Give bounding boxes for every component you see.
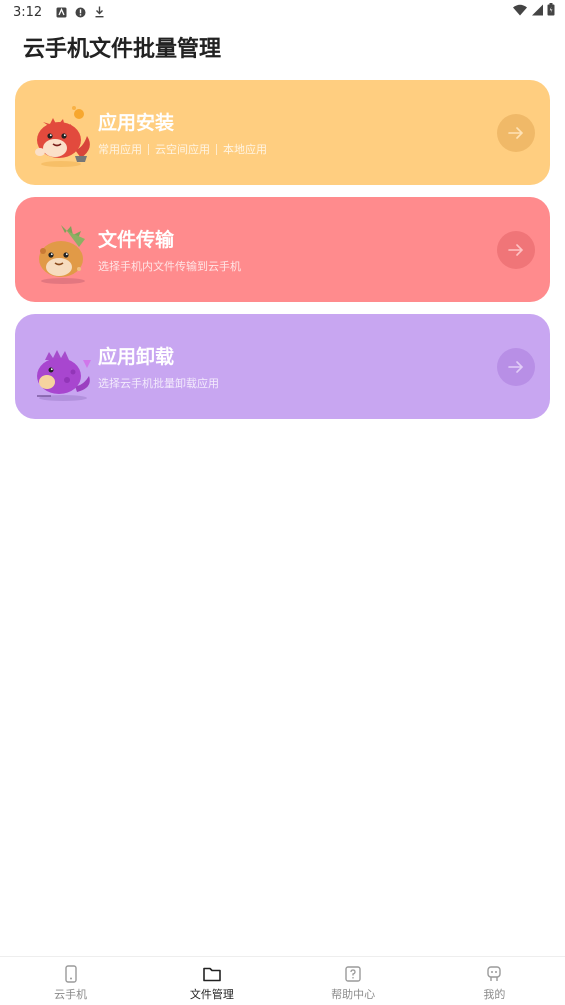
help-icon: [345, 966, 361, 982]
orange-dino-mascot-icon: [31, 221, 95, 285]
card-title: 文件传输: [98, 229, 175, 251]
arrow-right-button[interactable]: [497, 348, 535, 386]
app-uninstall-card[interactable]: 应用卸载 选择云手机批量卸载应用: [15, 314, 550, 419]
signal-icon: [531, 4, 543, 20]
arrow-right-icon: [508, 127, 524, 139]
tab-label: 云手机: [54, 988, 88, 1001]
tab-label: 文件管理: [189, 988, 234, 1001]
card-subtitles: 常用应用 云空间应用 本地应用: [98, 141, 267, 157]
divider: [148, 143, 149, 155]
battery-icon: [547, 3, 555, 20]
purple-dino-mascot-icon: [31, 338, 95, 402]
card-title: 应用安装: [98, 112, 175, 134]
divider: [216, 143, 217, 155]
common-apps-link[interactable]: 常用应用: [98, 141, 142, 157]
tab-label: 帮助中心: [331, 988, 376, 1001]
profile-icon: [487, 966, 502, 981]
tab-file-management[interactable]: 文件管理: [141, 957, 282, 1005]
card-title: 应用卸载: [98, 346, 175, 368]
status-bar: 3:12: [0, 0, 565, 24]
app-install-card[interactable]: 应用安装 常用应用 云空间应用 本地应用: [15, 80, 550, 185]
local-apps-link[interactable]: 本地应用: [223, 141, 267, 157]
card-subtitles: 选择手机内文件传输到云手机: [98, 258, 241, 274]
arrow-right-button[interactable]: [497, 231, 535, 269]
tab-label: 我的: [483, 988, 506, 1001]
red-dragon-mascot-icon: [31, 104, 95, 168]
accessibility-notification-icon: [56, 7, 67, 18]
wifi-icon: [513, 4, 527, 20]
folder-icon: [203, 967, 221, 982]
file-transfer-card[interactable]: 文件传输 选择手机内文件传输到云手机: [15, 197, 550, 302]
cloud-space-apps-link[interactable]: 云空间应用: [155, 141, 210, 157]
arrow-right-icon: [508, 244, 524, 256]
card-description: 选择云手机批量卸载应用: [98, 377, 219, 390]
alert-notification-icon: [75, 7, 86, 18]
status-time: 3:12: [13, 4, 43, 20]
card-description: 选择手机内文件传输到云手机: [98, 260, 241, 273]
tab-mine[interactable]: 我的: [424, 957, 565, 1005]
page-title: 云手机文件批量管理: [23, 37, 222, 62]
phone-icon: [64, 965, 77, 983]
download-notification-icon: [94, 6, 105, 18]
tab-help-center[interactable]: 帮助中心: [283, 957, 424, 1005]
arrow-right-icon: [508, 361, 524, 373]
bottom-tab-bar: 云手机 文件管理 帮助中心 我的: [0, 956, 565, 1005]
tab-cloud-phone[interactable]: 云手机: [0, 957, 141, 1005]
card-subtitles: 选择云手机批量卸载应用: [98, 375, 219, 391]
arrow-right-button[interactable]: [497, 114, 535, 152]
